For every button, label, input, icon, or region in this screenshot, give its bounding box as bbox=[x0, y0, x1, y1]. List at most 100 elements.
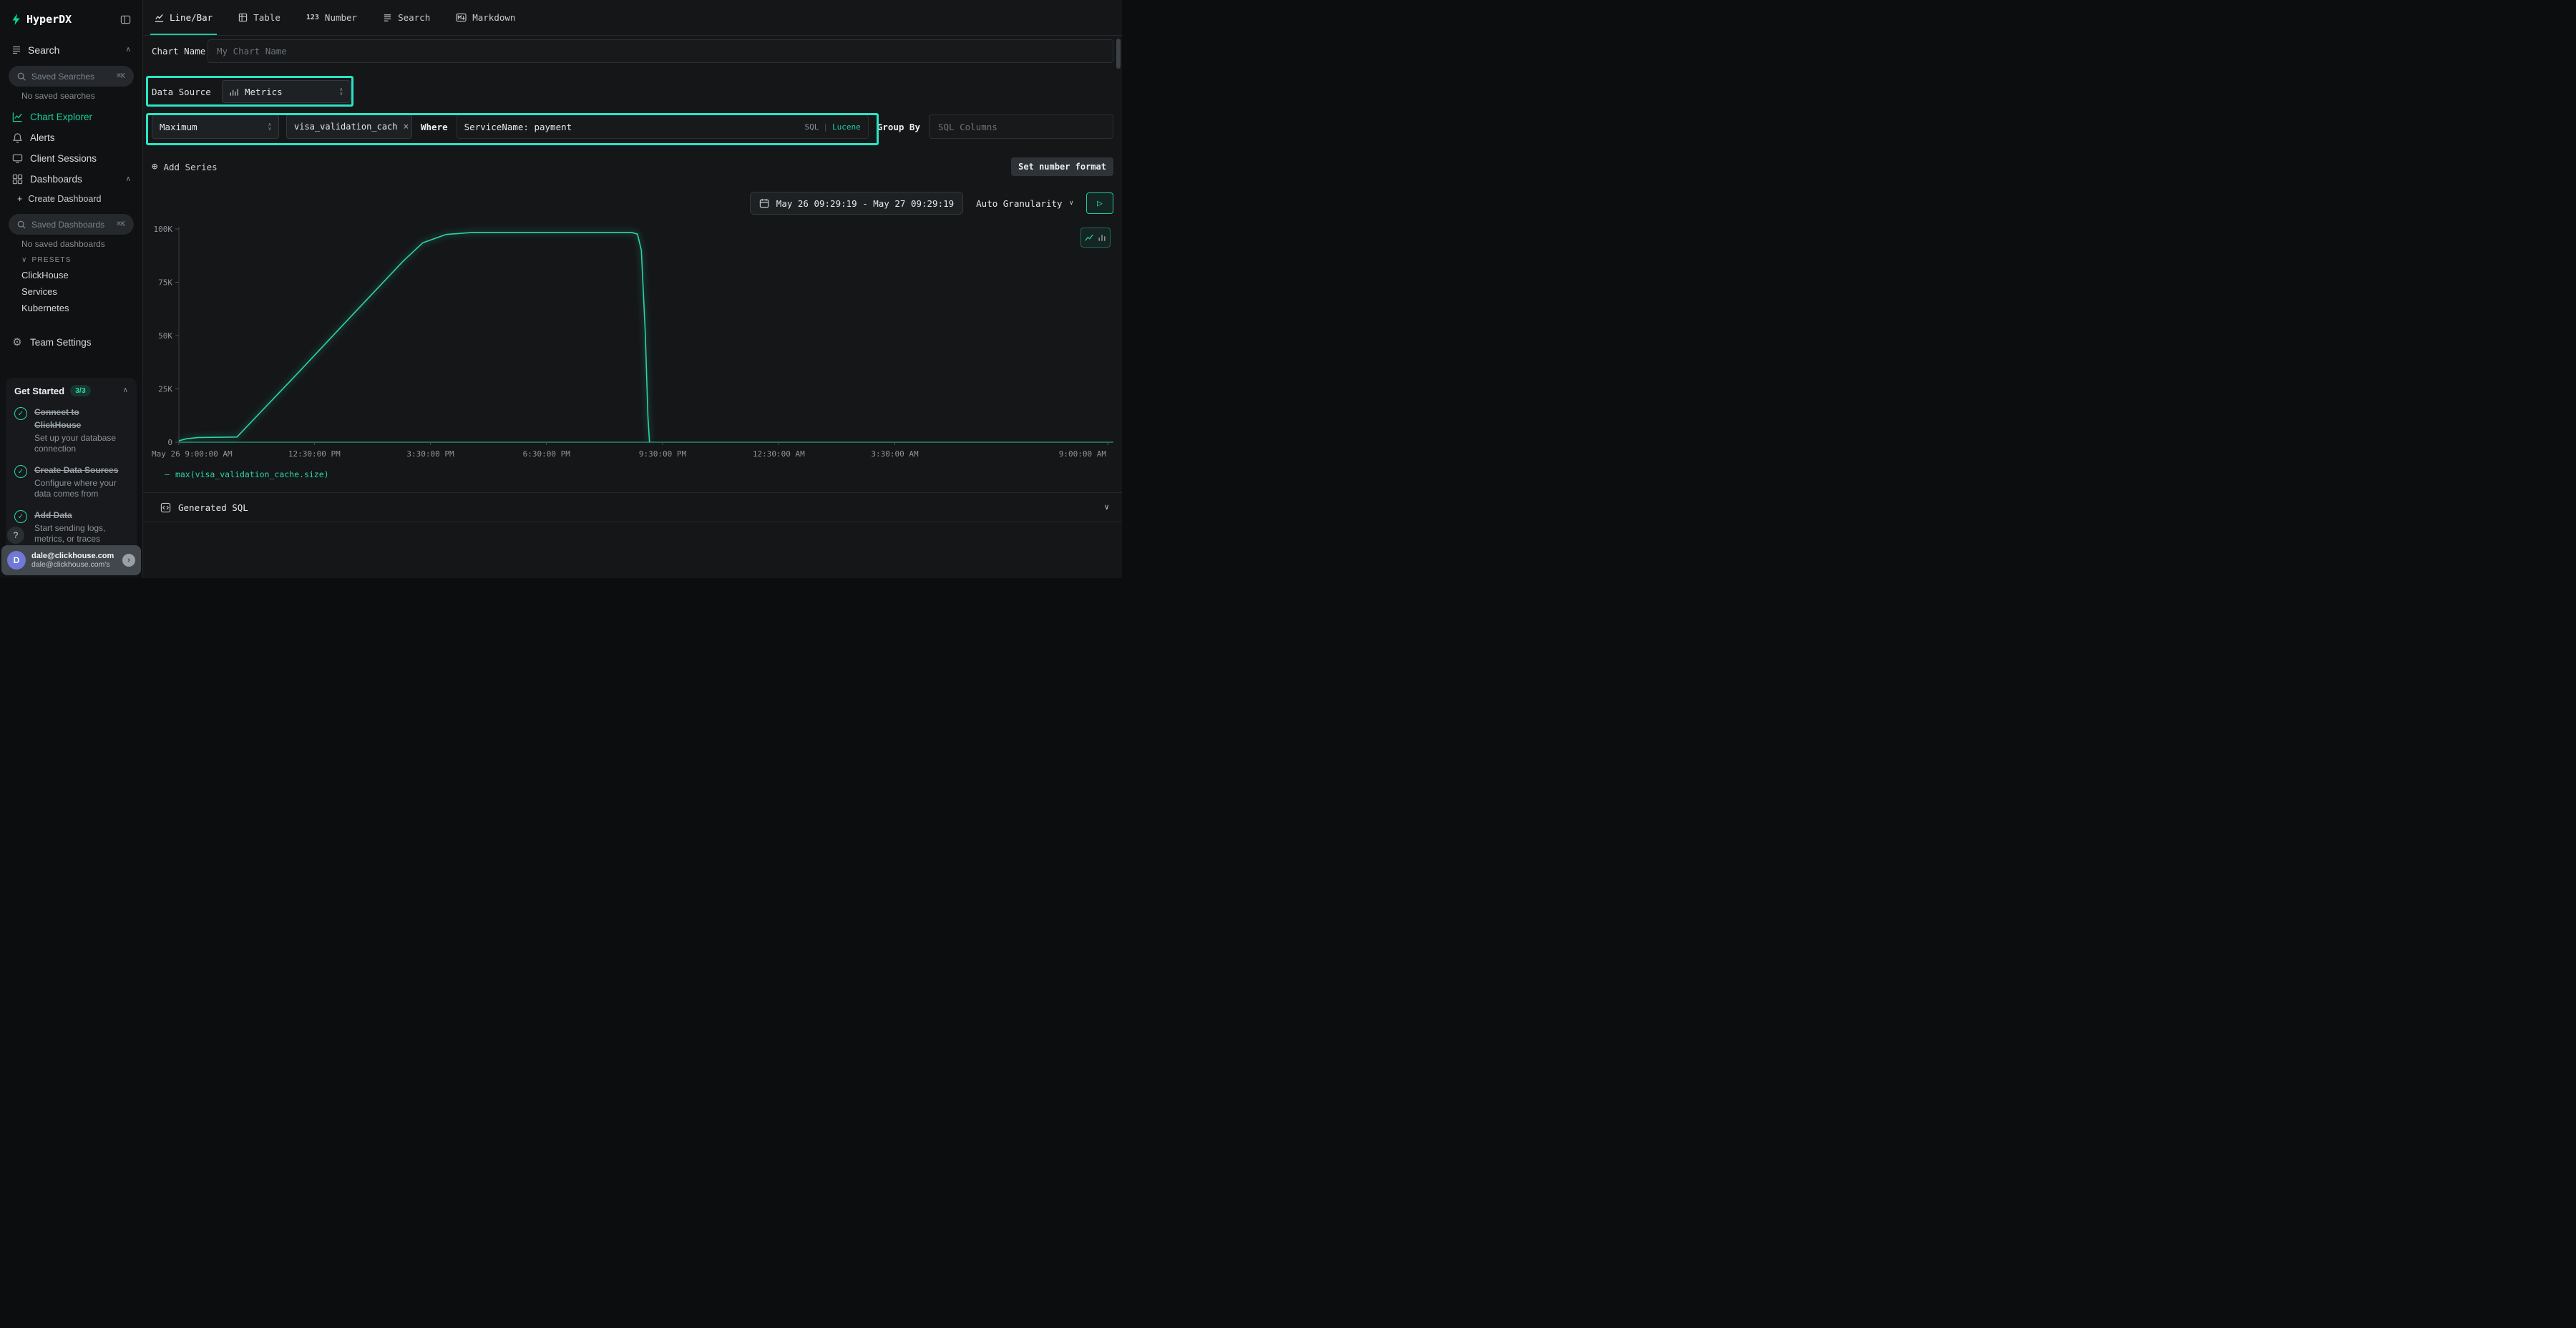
svg-text:75K: 75K bbox=[158, 278, 172, 288]
code-icon bbox=[160, 502, 171, 513]
create-dashboard-label: Create Dashboard bbox=[28, 194, 101, 204]
group-by-label: Group By bbox=[876, 122, 922, 132]
number-123-icon: 123 bbox=[306, 14, 319, 21]
logo[interactable]: HyperDX bbox=[11, 13, 72, 26]
sidebar-item-client-sessions[interactable]: Client Sessions bbox=[0, 148, 142, 169]
preset-item-services[interactable]: Services bbox=[0, 283, 142, 300]
preset-item-kubernetes[interactable]: Kubernetes bbox=[0, 300, 142, 316]
sidebar-section-search[interactable]: Search ∧ bbox=[0, 40, 142, 60]
scrollbar-thumb[interactable] bbox=[1116, 39, 1121, 69]
presets-toggle[interactable]: ∨ PRESETS bbox=[21, 256, 131, 264]
command-k-shortcut: ⌘K bbox=[117, 220, 125, 228]
series-editor-row: Maximum ∧∨ visa_validation_cach × Where … bbox=[143, 114, 1122, 139]
create-dashboard-button[interactable]: + Create Dashboard bbox=[0, 190, 142, 208]
tab-table[interactable]: Table bbox=[238, 0, 280, 35]
legend-line-icon: — bbox=[165, 469, 170, 479]
plus-icon: + bbox=[17, 194, 22, 204]
sidebar-item-label: Dashboards bbox=[30, 174, 82, 185]
sidebar-collapse-icon[interactable] bbox=[120, 14, 131, 25]
group-by-input[interactable] bbox=[929, 114, 1113, 139]
get-started-item-add-data[interactable]: ✓ Add Data Start sending logs, metrics, … bbox=[14, 509, 128, 545]
search-icon bbox=[17, 72, 26, 81]
tab-label: Table bbox=[253, 12, 280, 23]
help-button[interactable]: ? bbox=[7, 527, 24, 544]
sidebar-header: HyperDX bbox=[0, 0, 142, 40]
add-series-label: Add Series bbox=[163, 162, 217, 172]
lucene-toggle[interactable]: Lucene bbox=[832, 122, 861, 132]
chart-display-toggle[interactable] bbox=[1080, 228, 1111, 248]
chevron-up-icon[interactable]: ∧ bbox=[126, 47, 131, 54]
granularity-select[interactable]: Auto Granularity ∨ bbox=[973, 198, 1076, 209]
run-query-button[interactable]: ▷ bbox=[1086, 192, 1113, 214]
bell-icon bbox=[11, 132, 23, 143]
sidebar-item-team-settings[interactable]: ⚙ Team Settings bbox=[0, 332, 142, 353]
chart-svg[interactable]: 025K50K75K100KMay 26 9:00:00 AM12:30:00 … bbox=[152, 225, 1113, 467]
tab-line-bar[interactable]: Line/Bar bbox=[155, 0, 213, 35]
add-series-button[interactable]: ⊕ Add Series bbox=[152, 162, 218, 172]
sidebar-item-label: Alerts bbox=[30, 132, 55, 143]
svg-text:3:30:00 AM: 3:30:00 AM bbox=[871, 449, 919, 459]
chart-name-input[interactable] bbox=[208, 39, 1113, 63]
sql-toggle[interactable]: SQL bbox=[805, 122, 819, 132]
data-source-row: Data Source Metrics ∧∨ bbox=[143, 80, 1122, 103]
get-started-item-title: Connect to ClickHouse bbox=[34, 407, 81, 430]
aggregation-select[interactable]: Maximum ∧∨ bbox=[152, 114, 279, 139]
tab-search[interactable]: Search bbox=[383, 0, 430, 35]
saved-dashboards-input[interactable]: Saved Dashboards ⌘K bbox=[9, 214, 134, 235]
no-saved-dashboards-note: No saved dashboards bbox=[21, 239, 131, 249]
set-number-format-button[interactable]: Set number format bbox=[1011, 157, 1113, 176]
sidebar-item-dashboards[interactable]: Dashboards ∧ bbox=[0, 169, 142, 190]
get-started-item-data-sources[interactable]: ✓ Create Data Sources Configure where yo… bbox=[14, 464, 128, 499]
tab-label: Search bbox=[398, 12, 430, 23]
check-circle-icon: ✓ bbox=[14, 465, 27, 478]
where-input[interactable] bbox=[464, 122, 799, 132]
get-started-title: Get Started bbox=[14, 386, 64, 396]
get-started-item-subtitle: Set up your database connection bbox=[34, 433, 128, 454]
saved-searches-input[interactable]: Saved Searches ⌘K bbox=[9, 66, 134, 87]
chart-name-row: Chart Name bbox=[143, 39, 1122, 63]
get-started-item-subtitle: Start sending logs, metrics, or traces bbox=[34, 523, 128, 545]
sidebar-item-chart-explorer[interactable]: Chart Explorer bbox=[0, 107, 142, 127]
get-started-card: Get Started 3/3 ∧ ✓ Connect to ClickHous… bbox=[6, 378, 137, 574]
granularity-value: Auto Granularity bbox=[976, 198, 1062, 209]
app-window: HyperDX Search ∧ Saved Searches ⌘K No sa… bbox=[0, 0, 1122, 578]
user-menu[interactable]: D dale@clickhouse.com dale@clickhouse.co… bbox=[1, 545, 141, 575]
data-source-select[interactable]: Metrics ∧∨ bbox=[222, 80, 351, 103]
saved-dashboards-placeholder: Saved Dashboards bbox=[31, 220, 111, 230]
add-series-row: ⊕ Add Series Set number format bbox=[143, 157, 1122, 176]
get-started-header[interactable]: Get Started 3/3 ∧ bbox=[14, 385, 128, 396]
sidebar-item-alerts[interactable]: Alerts bbox=[0, 127, 142, 148]
generated-sql-toggle[interactable]: Generated SQL ∨ bbox=[143, 492, 1122, 522]
date-range-picker[interactable]: May 26 09:29:19 - May 27 09:29:19 bbox=[750, 192, 963, 215]
logo-text: HyperDX bbox=[26, 13, 72, 26]
get-started-progress-badge: 3/3 bbox=[70, 385, 91, 396]
data-source-label: Data Source bbox=[152, 87, 222, 97]
data-source-value: Metrics bbox=[245, 87, 283, 97]
where-label: Where bbox=[419, 122, 449, 132]
svg-text:50K: 50K bbox=[158, 331, 172, 341]
chevron-up-icon[interactable]: ∧ bbox=[126, 176, 131, 183]
metric-chip[interactable]: visa_validation_cach × bbox=[286, 114, 412, 139]
bolt-icon bbox=[11, 14, 21, 25]
divider: | bbox=[823, 122, 828, 132]
saved-searches-placeholder: Saved Searches bbox=[31, 72, 111, 82]
close-icon[interactable]: × bbox=[404, 122, 409, 132]
tab-number[interactable]: 123 Number bbox=[306, 0, 357, 35]
preset-item-clickhouse[interactable]: ClickHouse bbox=[0, 267, 142, 283]
chart-name-label: Chart Name bbox=[152, 46, 208, 57]
svg-text:25K: 25K bbox=[158, 385, 172, 394]
line-chart-icon[interactable] bbox=[1085, 233, 1093, 242]
aggregation-value: Maximum bbox=[160, 122, 197, 132]
get-started-item-title: Create Data Sources bbox=[34, 465, 118, 475]
sidebar-item-label: Team Settings bbox=[30, 337, 92, 348]
generated-sql-label: Generated SQL bbox=[178, 502, 248, 513]
svg-text:6:30:00 PM: 6:30:00 PM bbox=[523, 449, 571, 459]
select-arrows-icon: ∧∨ bbox=[340, 87, 343, 96]
tab-markdown[interactable]: Markdown bbox=[456, 0, 515, 35]
svg-text:100K: 100K bbox=[154, 225, 173, 234]
chevron-up-icon[interactable]: ∧ bbox=[123, 387, 128, 394]
check-circle-icon: ✓ bbox=[14, 407, 27, 420]
bar-chart-icon[interactable] bbox=[1098, 233, 1106, 242]
get-started-item-connect[interactable]: ✓ Connect to ClickHouse Set up your data… bbox=[14, 406, 128, 454]
chevron-right-icon[interactable]: › bbox=[122, 554, 135, 567]
